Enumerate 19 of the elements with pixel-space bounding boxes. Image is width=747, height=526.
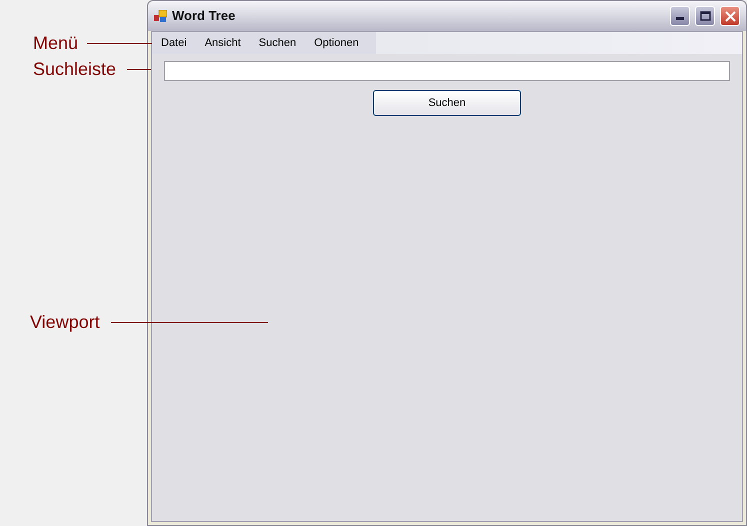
maximize-icon — [700, 11, 710, 21]
search-field[interactable] — [164, 61, 730, 81]
minimize-button[interactable] — [670, 6, 690, 26]
minimize-icon — [676, 17, 684, 20]
maximize-button[interactable] — [695, 6, 715, 26]
window-title: Word Tree — [172, 7, 236, 26]
annotation-label: Suchleiste — [33, 58, 116, 80]
app-icon — [154, 10, 167, 22]
menu-item[interactable]: Suchen — [250, 32, 306, 54]
menu-item[interactable]: Optionen — [305, 32, 368, 54]
menu-item[interactable]: Datei — [152, 32, 196, 54]
annotation-label: Viewport — [30, 311, 100, 333]
close-button[interactable] — [720, 6, 740, 26]
menu-item[interactable]: Ansicht — [196, 32, 250, 54]
annotation-label: Menü — [33, 32, 78, 54]
search-button[interactable]: Suchen — [373, 90, 521, 116]
leader-line — [127, 68, 152, 70]
leader-line — [87, 42, 152, 44]
close-icon — [724, 10, 736, 22]
